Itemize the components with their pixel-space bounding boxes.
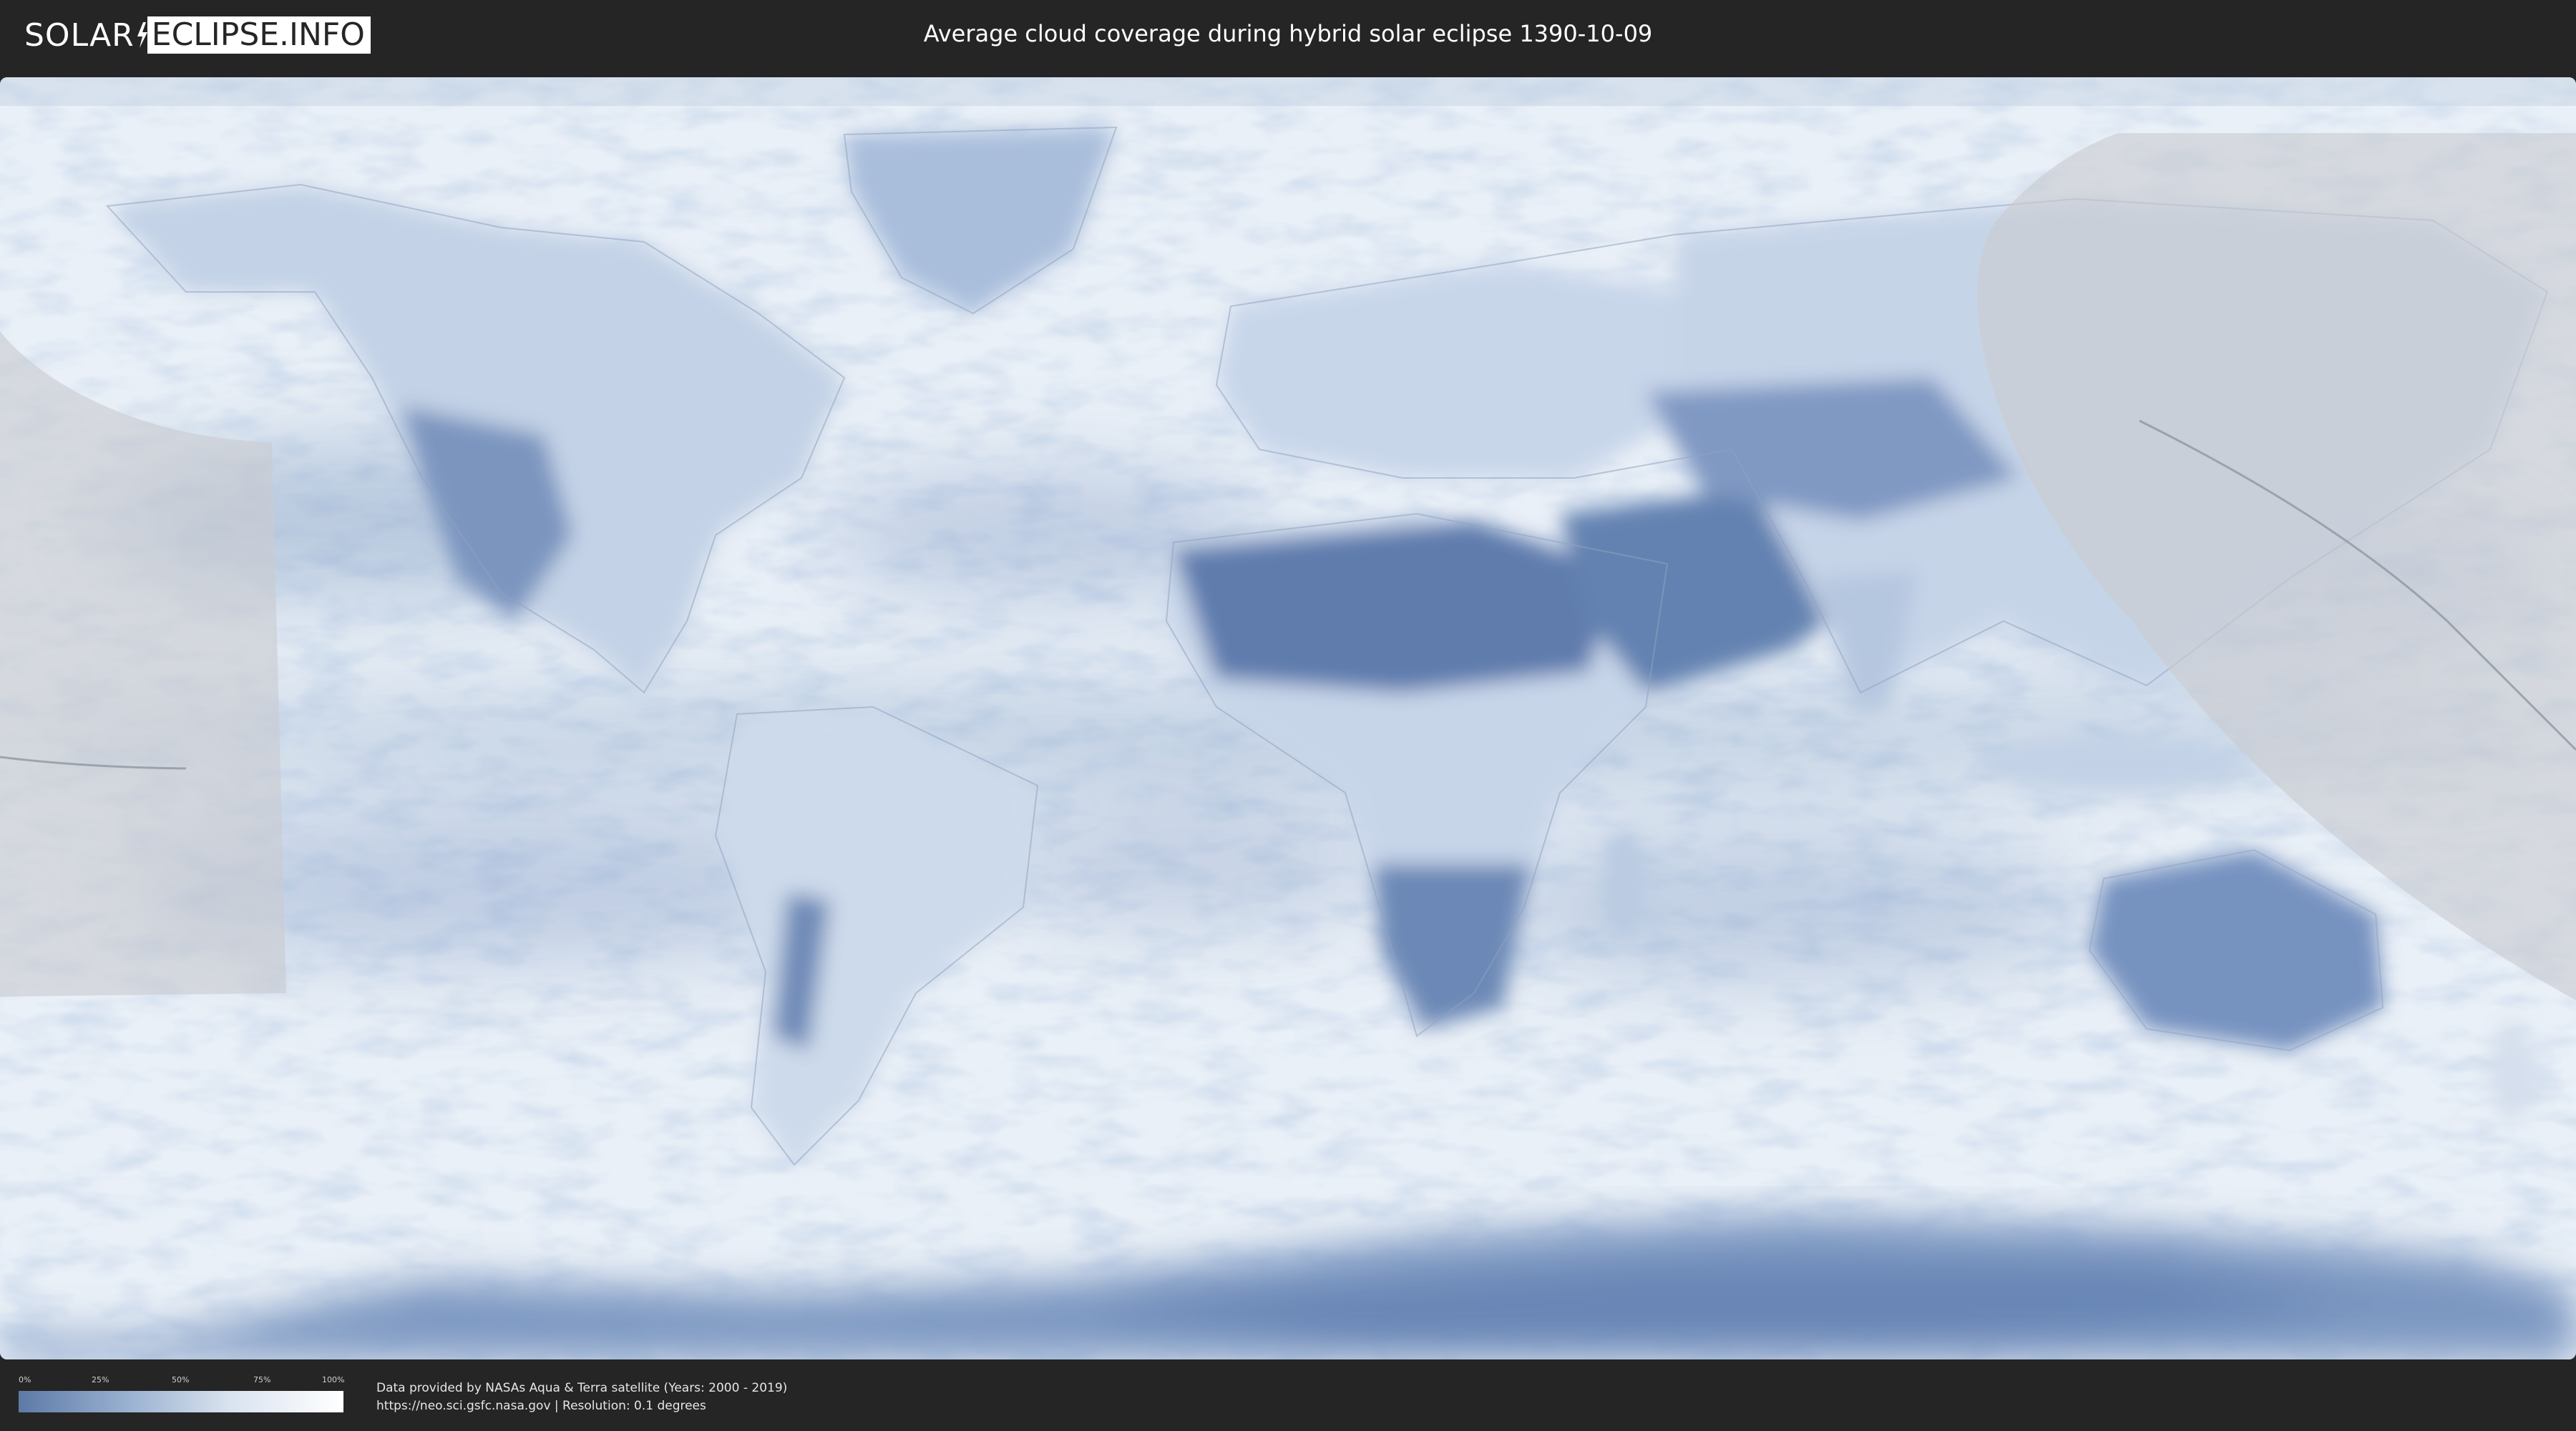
band-s-atlantic [973, 800, 1402, 929]
madagascar [1603, 829, 1646, 943]
cloud-coverage-map[interactable] [0, 77, 2576, 1359]
world-map-svg [0, 77, 2576, 1359]
legend-tick-100: 100% [322, 1375, 345, 1384]
cloud-coverage-legend: 0% 25% 50% 75% 100% [19, 1375, 345, 1415]
legend-gradient-bar [19, 1391, 343, 1412]
indonesia [1989, 736, 2247, 793]
header-bar: SOLAR ECLIPSE.INFO Average cloud coverag… [0, 0, 2576, 72]
band-s-indian [1488, 829, 2089, 986]
legend-tick-50: 50% [172, 1375, 190, 1384]
legend-tick-25: 25% [92, 1375, 109, 1384]
legend-ticks: 0% 25% 50% 75% 100% [19, 1375, 345, 1387]
data-credits: Data provided by NASAs Aqua & Terra sate… [376, 1379, 787, 1415]
legend-tick-0: 0% [19, 1375, 31, 1384]
credit-source: Data provided by NASAs Aqua & Terra sate… [376, 1381, 788, 1395]
page-title: Average cloud coverage during hybrid sol… [923, 20, 1653, 47]
credit-url[interactable]: https://neo.sci.gsfc.nasa.gov | Resoluti… [376, 1397, 787, 1415]
map-top-shade [0, 77, 2576, 106]
legend-tick-75: 75% [253, 1375, 271, 1384]
new-zealand [2490, 1022, 2533, 1122]
